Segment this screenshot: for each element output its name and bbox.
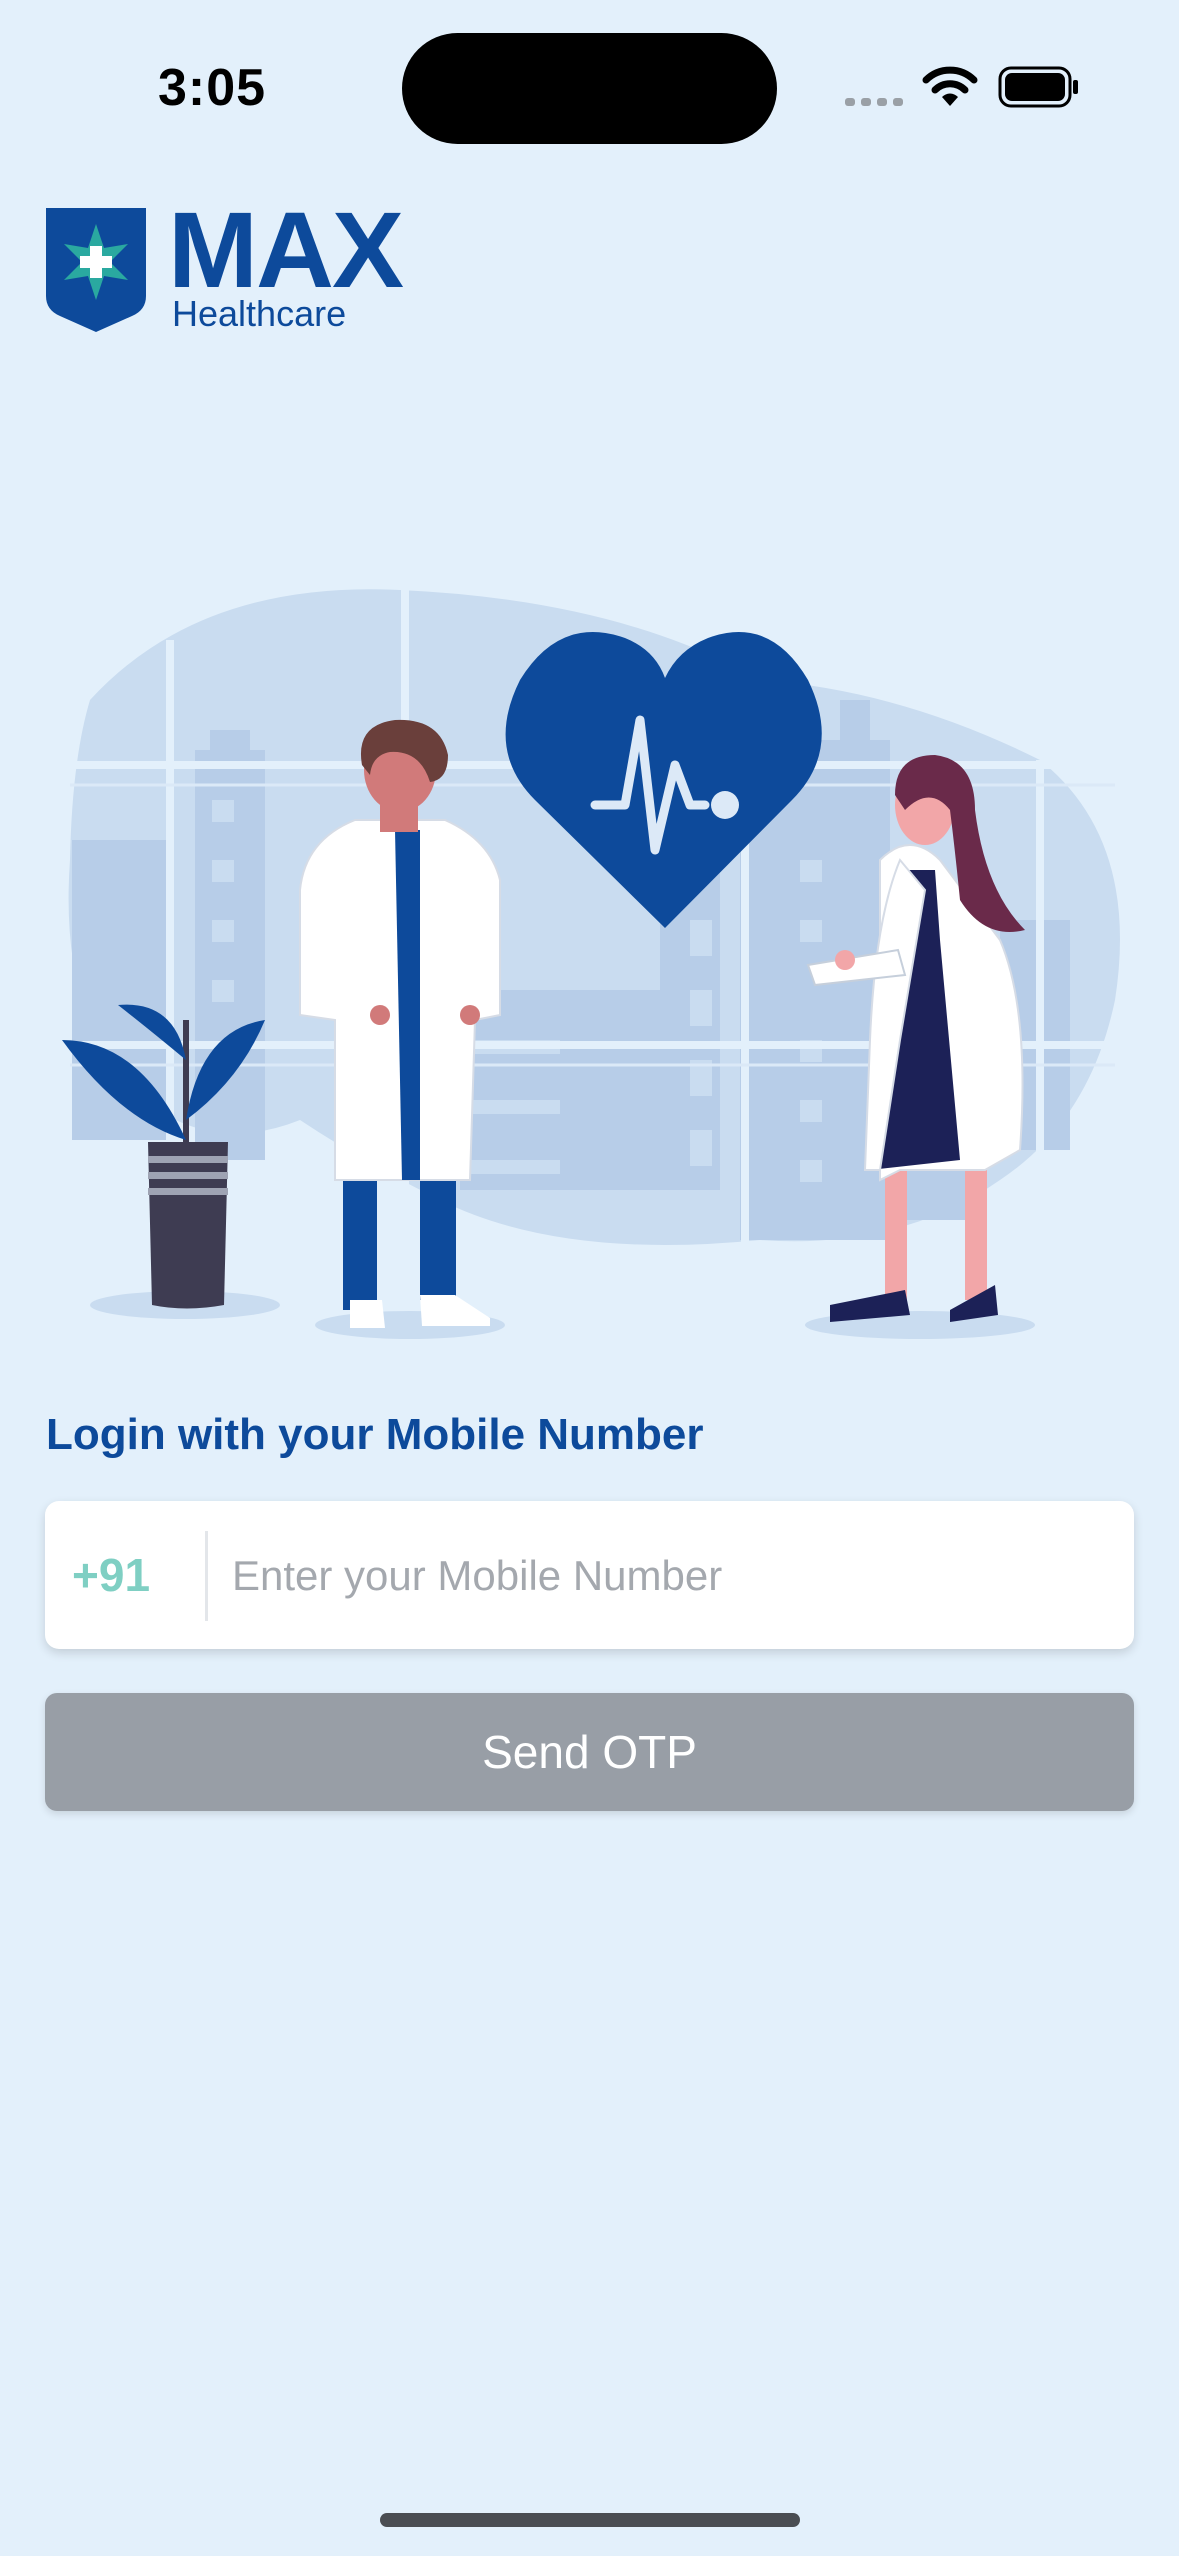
status-time: 3:05: [158, 59, 267, 117]
max-logo-shield-icon: [46, 208, 146, 332]
brand-name: MAX: [168, 189, 404, 310]
country-code[interactable]: +91: [72, 1501, 150, 1649]
mobile-number-field[interactable]: +91: [45, 1501, 1134, 1649]
home-indicator[interactable]: [380, 2513, 800, 2527]
cellular-signal-icon: [845, 98, 903, 106]
login-screen: 3:05 MAX Healthcare Login with your Mobi…: [0, 0, 1179, 2556]
dynamic-island: [402, 33, 777, 144]
mobile-number-input[interactable]: [230, 1525, 1114, 1627]
send-otp-button[interactable]: Send OTP: [45, 1693, 1134, 1811]
field-divider: [205, 1531, 208, 1621]
brand-tagline: Healthcare: [172, 293, 347, 334]
login-heading: Login with your Mobile Number: [46, 1410, 704, 1459]
wifi-icon: [922, 66, 978, 106]
doctors-illustration: [62, 589, 1121, 1339]
battery-icon: [998, 66, 1078, 108]
